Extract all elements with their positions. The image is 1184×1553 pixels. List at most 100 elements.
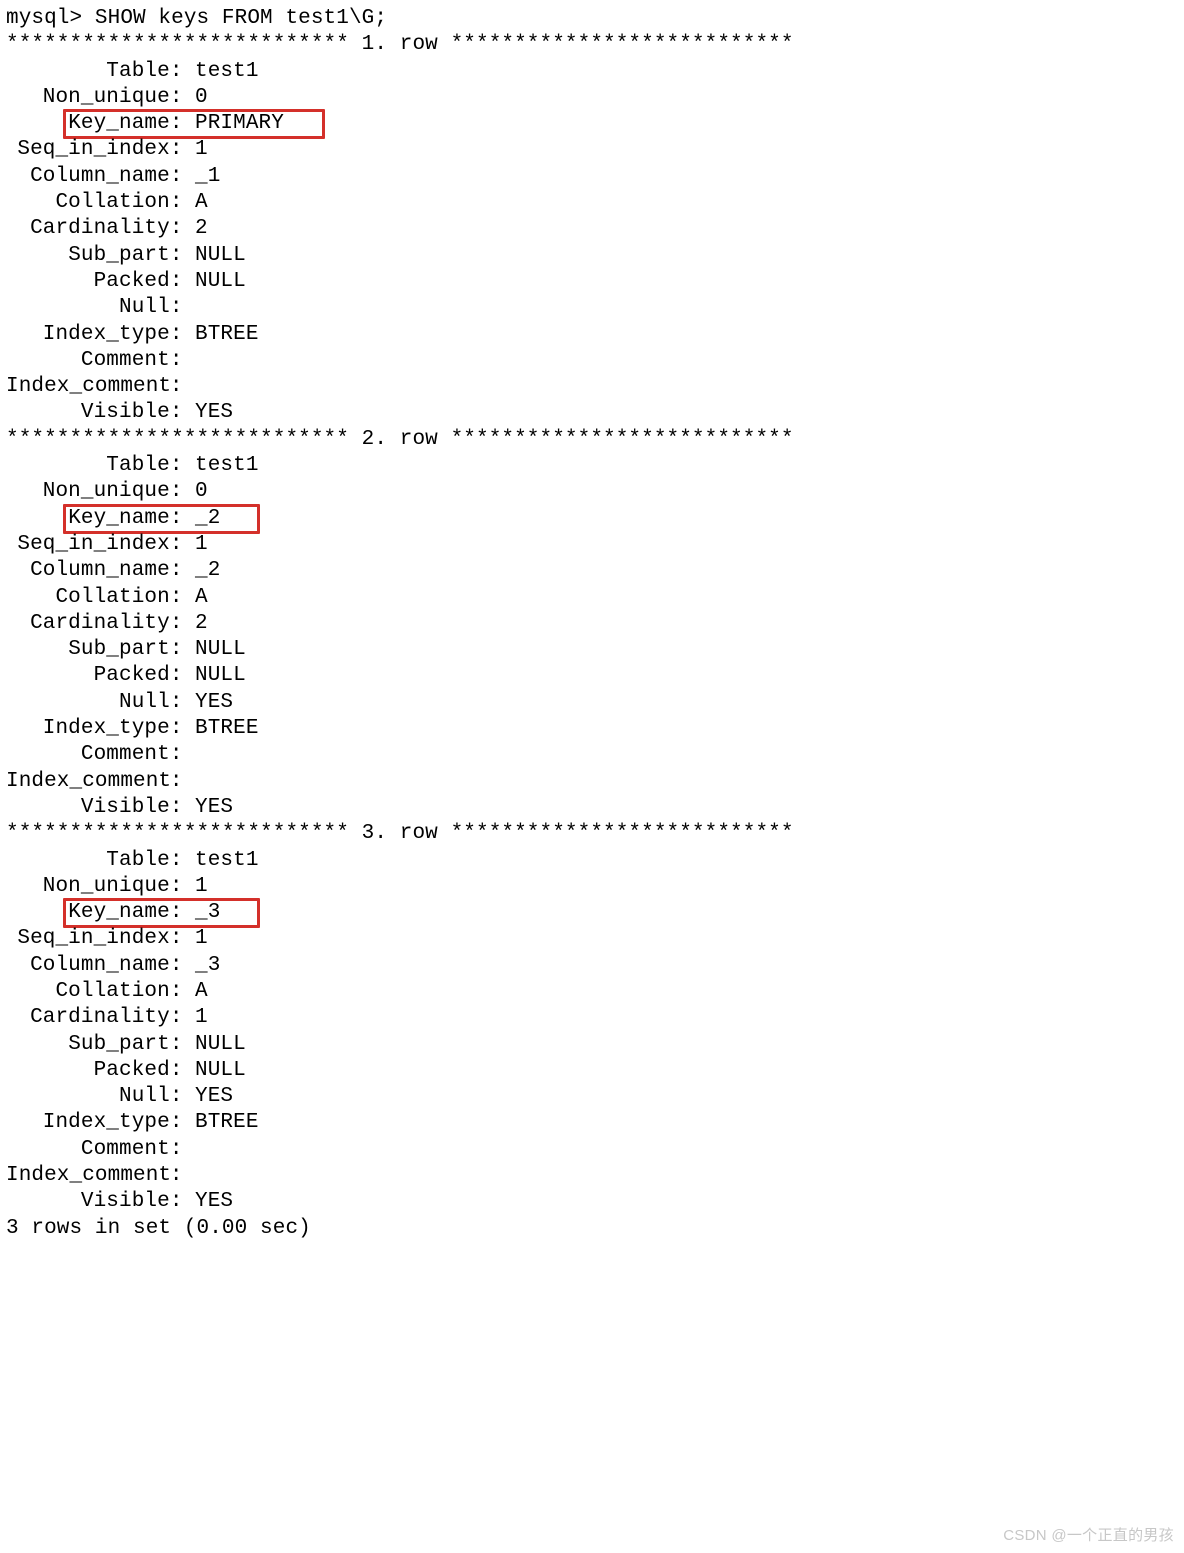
colon-sep: : <box>170 663 195 689</box>
field-value: NULL <box>195 1058 246 1084</box>
field-value: 1 <box>195 926 208 952</box>
field-label: Key_name <box>6 900 170 926</box>
field-line-non_unique: Non_unique: 0 <box>6 85 1178 111</box>
field-label: Index_type <box>6 716 170 742</box>
field-label: Non_unique <box>6 479 170 505</box>
field-label: Collation <box>6 979 170 1005</box>
colon-sep: : <box>170 137 195 163</box>
colon-sep: : <box>170 716 195 742</box>
field-label: Null <box>6 1084 170 1110</box>
field-line-sub_part: Sub_part: NULL <box>6 637 1178 663</box>
field-value: 1 <box>195 532 208 558</box>
field-label: Packed <box>6 269 170 295</box>
field-label: Index_type <box>6 322 170 348</box>
field-label: Comment <box>6 1137 170 1163</box>
colon-sep: : <box>170 926 195 952</box>
field-line-packed: Packed: NULL <box>6 269 1178 295</box>
field-line-visible: Visible: YES <box>6 795 1178 821</box>
field-line-comment: Comment: <box>6 1137 1178 1163</box>
colon-sep: : <box>170 742 195 768</box>
field-value: _3 <box>195 900 220 926</box>
colon-sep: : <box>170 216 195 242</box>
watermark-text: CSDN @一个正直的男孩 <box>1003 1524 1174 1545</box>
field-line-cardinality: Cardinality: 1 <box>6 1005 1178 1031</box>
field-value: 2 <box>195 611 208 637</box>
colon-sep: : <box>170 532 195 558</box>
colon-sep: : <box>170 874 195 900</box>
colon-sep: : <box>170 348 195 374</box>
colon-sep: : <box>170 322 195 348</box>
field-line-packed: Packed: NULL <box>6 1058 1178 1084</box>
row-word: . row <box>374 33 438 56</box>
colon-sep: : <box>170 1084 195 1110</box>
field-value: test1 <box>195 848 259 874</box>
field-line-table: Table: test1 <box>6 59 1178 85</box>
field-line-null: Null: YES <box>6 1084 1178 1110</box>
field-line-packed: Packed: NULL <box>6 663 1178 689</box>
field-value: PRIMARY <box>195 111 284 137</box>
field-label: Column_name <box>6 953 170 979</box>
field-value: _3 <box>195 953 220 979</box>
colon-sep: : <box>170 295 195 321</box>
field-line-comment: Comment: <box>6 348 1178 374</box>
field-line-collation: Collation: A <box>6 979 1178 1005</box>
colon-sep: : <box>170 1110 195 1136</box>
field-value: A <box>195 979 208 1005</box>
field-value: BTREE <box>195 322 259 348</box>
colon-sep: : <box>170 1189 195 1215</box>
field-line-null: Null: <box>6 295 1178 321</box>
colon-sep: : <box>170 164 195 190</box>
field-line-index_comment: Index_comment: <box>6 1163 1178 1189</box>
field-line-seq_in_index: Seq_in_index: 1 <box>6 926 1178 952</box>
field-line-column_name: Column_name: _1 <box>6 164 1178 190</box>
field-line-key_name: Key_name: PRIMARY <box>6 111 1178 137</box>
field-label: Collation <box>6 190 170 216</box>
colon-sep: : <box>170 1137 195 1163</box>
field-label: Non_unique <box>6 85 170 111</box>
field-value: NULL <box>195 269 246 295</box>
field-label: Collation <box>6 585 170 611</box>
field-line-table: Table: test1 <box>6 848 1178 874</box>
sep-stars-right: *************************** <box>438 822 794 845</box>
field-value: 0 <box>195 479 208 505</box>
sep-stars-left: *************************** <box>6 428 349 451</box>
field-label: Index_comment <box>6 1163 170 1189</box>
field-line-non_unique: Non_unique: 0 <box>6 479 1178 505</box>
field-line-cardinality: Cardinality: 2 <box>6 611 1178 637</box>
colon-sep: : <box>170 453 195 479</box>
colon-sep: : <box>170 558 195 584</box>
field-line-key_name: Key_name: _3 <box>6 900 1178 926</box>
field-value: A <box>195 190 208 216</box>
field-value: A <box>195 585 208 611</box>
field-label: Sub_part <box>6 1032 170 1058</box>
field-line-sub_part: Sub_part: NULL <box>6 1032 1178 1058</box>
field-line-index_type: Index_type: BTREE <box>6 716 1178 742</box>
field-line-visible: Visible: YES <box>6 400 1178 426</box>
row-word: . row <box>374 428 438 451</box>
field-value: YES <box>195 1084 233 1110</box>
colon-sep: : <box>170 479 195 505</box>
field-label: Column_name <box>6 164 170 190</box>
field-value: test1 <box>195 453 259 479</box>
colon-sep: : <box>170 190 195 216</box>
sep-stars-right: *************************** <box>438 33 794 56</box>
colon-sep: : <box>170 374 195 400</box>
field-line-key_name: Key_name: _2 <box>6 506 1178 532</box>
row-separator: *************************** 2. row *****… <box>6 427 1178 453</box>
field-label: Comment <box>6 348 170 374</box>
field-label: Sub_part <box>6 637 170 663</box>
sep-stars-left: *************************** <box>6 822 349 845</box>
field-label: Seq_in_index <box>6 926 170 952</box>
row-word: . row <box>374 822 438 845</box>
field-value: NULL <box>195 663 246 689</box>
field-label: Seq_in_index <box>6 137 170 163</box>
field-line-column_name: Column_name: _3 <box>6 953 1178 979</box>
field-label: Null <box>6 295 170 321</box>
colon-sep: : <box>170 1005 195 1031</box>
colon-sep: : <box>170 979 195 1005</box>
field-value: YES <box>195 400 233 426</box>
sep-stars-right: *************************** <box>438 428 794 451</box>
colon-sep: : <box>170 900 195 926</box>
field-label: Packed <box>6 1058 170 1084</box>
terminal-output: mysql> SHOW keys FROM test1\G;**********… <box>0 0 1184 1250</box>
